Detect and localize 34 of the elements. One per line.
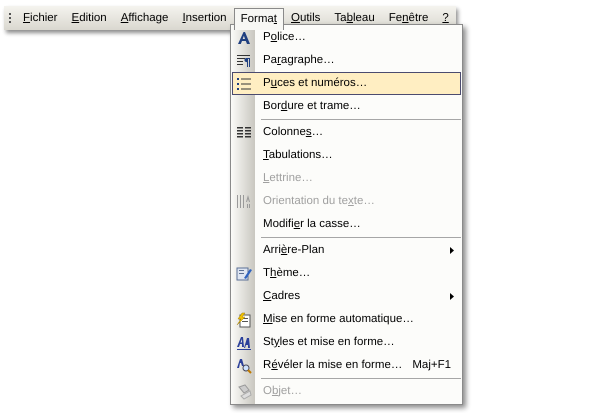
- menu-item[interactable]: Thème…: [232, 262, 461, 285]
- menu-item[interactable]: Colonnes…: [232, 121, 461, 144]
- autoformat-icon: [236, 312, 252, 328]
- menu-bar-item[interactable]: Affichage: [114, 8, 176, 28]
- menu-bar-item[interactable]: Format: [234, 8, 284, 30]
- submenu-item[interactable]: Cadres: [232, 285, 461, 308]
- menu-item[interactable]: Mise en forme automatique…: [232, 308, 461, 331]
- grip-icon[interactable]: [9, 12, 12, 24]
- menu-bar-item[interactable]: Fichier: [16, 8, 65, 28]
- theme-icon: [236, 266, 252, 282]
- menu-item[interactable]: Puces et numéros…: [232, 72, 461, 95]
- menu-item[interactable]: Tabulations…: [232, 144, 461, 167]
- font-icon: [236, 30, 252, 46]
- submenu-arrow-icon: [450, 247, 454, 254]
- styles-icon: [236, 334, 252, 350]
- menu-item[interactable]: Paragraphe…: [232, 49, 461, 72]
- menu-bar-item[interactable]: Tableau: [327, 8, 382, 28]
- submenu-arrow-icon: [450, 293, 454, 300]
- menu-bar-item[interactable]: ?: [435, 8, 456, 28]
- menu-item[interactable]: Styles et mise en forme…: [232, 331, 461, 354]
- text-direction-icon: [236, 194, 252, 210]
- bullet-list-icon: [236, 76, 252, 92]
- submenu-item[interactable]: Arrière-Plan: [232, 239, 461, 262]
- menu-bar-item[interactable]: Insertion: [175, 8, 234, 28]
- menu-bar-item[interactable]: Fenêtre: [382, 8, 436, 28]
- paragraph-icon: [236, 52, 252, 68]
- columns-icon: [236, 124, 252, 140]
- menu-item[interactable]: Bordure et trame…: [232, 95, 461, 118]
- menu-bar-item[interactable]: Edition: [64, 8, 114, 28]
- menu-item[interactable]: Modifier la casse…: [232, 213, 461, 236]
- menu-bar-item[interactable]: Outils: [284, 8, 328, 28]
- object-icon: [236, 384, 252, 400]
- menu-item[interactable]: Révéler la mise en forme… Maj+F1: [232, 354, 461, 377]
- magnifier-icon: [236, 358, 252, 374]
